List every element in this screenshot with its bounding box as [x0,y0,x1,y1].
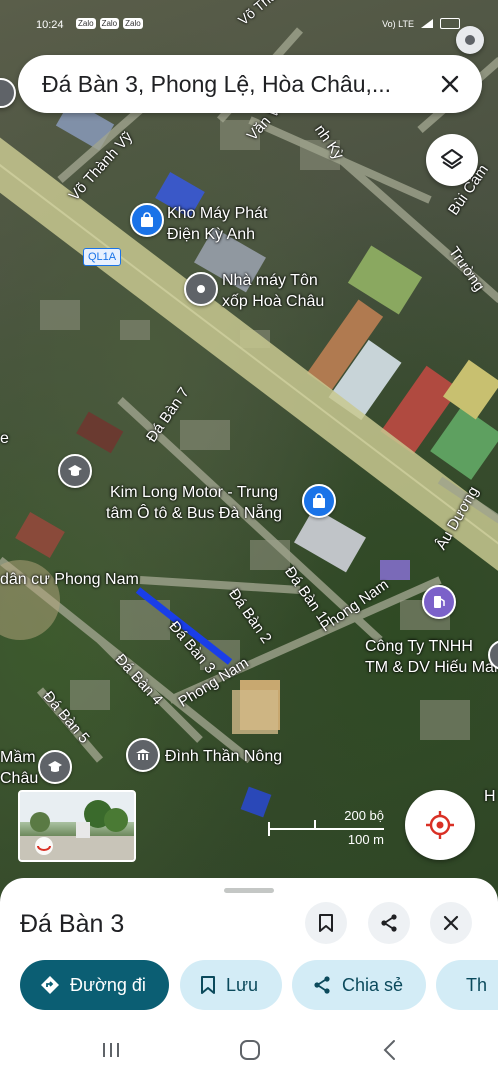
battery-icon [440,18,460,29]
place-label-khu-dan-cu[interactable]: dân cư Phong Nam [0,569,139,590]
place-label-kho-may[interactable]: Kho Máy Phát Điện Kỳ Anh [167,203,268,245]
map-view[interactable]: Võ Thành Vỹ Võ Thành Văn Vĩnh nh Kỳ Bùi … [0,0,498,900]
place-label-nha-may[interactable]: Nhà máy Tôn xốp Hoà Châu [222,270,324,312]
bookmark-icon [201,976,215,994]
street-view-thumbnail[interactable] [18,790,136,862]
zalo-notification-icon: Zalo [123,18,143,29]
system-nav-bar [0,1020,498,1080]
more-chip-button[interactable]: Th [436,960,498,1010]
scale-imperial: 200 bộ [344,808,384,823]
place-label-mam-chau[interactable]: Mầm Châu [0,747,38,789]
directions-label: Đường đi [70,974,146,995]
close-sheet-button[interactable] [430,902,472,944]
bookmark-button[interactable] [305,902,347,944]
school-pin-icon[interactable] [58,454,92,488]
place-label-edge-h: H [484,788,496,805]
scale-tick [268,822,270,836]
save-button[interactable]: Lưu [180,960,282,1010]
share-icon [381,914,397,932]
drag-handle[interactable] [224,888,274,893]
shopping-pin-icon[interactable] [302,484,336,518]
recent-apps-button[interactable] [96,1038,126,1062]
my-location-button[interactable] [405,790,475,860]
gas-station-pin-icon[interactable] [422,585,456,619]
share-chip-button[interactable]: Chia sẻ [292,960,426,1010]
layers-button[interactable] [426,134,478,186]
zalo-notification-icon: Zalo [99,18,120,29]
share-button[interactable] [368,902,410,944]
status-bar: 10:24 Zalo Zalo Zalo Vo) LTE [0,0,498,44]
search-query[interactable]: Đá Bàn 3, Phong Lệ, Hòa Châu,... [42,71,422,98]
map-scale: 200 bộ 100 m [268,808,388,848]
share-icon [314,976,330,994]
share-label: Chia sẻ [342,974,404,995]
scale-tick [314,820,316,830]
scale-bar [268,828,384,830]
temple-pin-icon[interactable] [126,738,160,772]
clear-search-button[interactable] [434,68,466,100]
compass-icon [465,35,475,45]
place-label-dinh[interactable]: Đình Thần Nông [165,746,282,767]
home-button[interactable] [235,1038,265,1062]
place-title: Đá Bàn 3 [20,910,125,938]
school-pin-icon[interactable] [38,750,72,784]
status-indicators: Vo) LTE [382,18,460,29]
close-icon [441,75,459,93]
layers-icon [441,149,463,169]
route-shield-ql1a: QL1A [83,248,122,266]
directions-button[interactable]: Đường đi [20,960,169,1010]
home-icon [240,1040,260,1060]
zalo-notification-icon: Zalo [76,18,96,29]
save-label: Lưu [226,974,259,995]
bookmark-icon [319,914,333,932]
scale-metric: 100 m [347,832,384,847]
close-icon [443,915,459,931]
directions-icon [41,976,59,994]
more-label: Th [466,974,488,995]
crosshair-icon [426,811,454,839]
place-pin-icon[interactable] [184,272,218,306]
network-indicator: Vo) LTE [382,18,414,29]
search-bar[interactable]: Đá Bàn 3, Phong Lệ, Hòa Châu,... [18,55,482,113]
notification-apps: Zalo Zalo Zalo [76,18,143,29]
recents-icon [103,1043,119,1057]
place-label-cong-ty[interactable]: Công Ty TNHH TM & DV Hiếu Mai [365,636,497,678]
shopping-pin-icon[interactable] [130,203,164,237]
status-time: 10:24 [36,19,64,31]
place-label-edge-e: e [0,430,9,447]
back-button[interactable] [375,1038,405,1062]
signal-icon [421,19,433,28]
back-icon [383,1040,395,1060]
compass-button[interactable] [456,26,484,54]
place-label-kim-long[interactable]: Kim Long Motor - Trung tâm Ô tô & Bus Đà… [106,482,282,524]
